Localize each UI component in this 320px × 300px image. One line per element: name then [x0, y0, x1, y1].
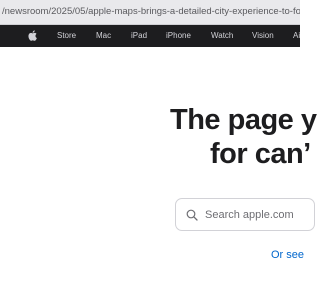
headline-line-1: The page y — [170, 104, 317, 136]
search-placeholder: Search apple.com — [205, 209, 294, 221]
nav-item-store[interactable]: Store — [57, 25, 76, 47]
search-icon — [186, 209, 198, 221]
nav-item-iphone[interactable]: iPhone — [166, 25, 191, 47]
nav-item-watch[interactable]: Watch — [211, 25, 233, 47]
browser-address-bar[interactable]: /newsroom/2025/05/apple-maps-brings-a-de… — [0, 0, 300, 25]
nav-item-airpods[interactable]: Ai — [293, 25, 300, 47]
global-nav: Store Mac iPad iPhone Watch Vision Ai — [0, 25, 300, 47]
nav-item-mac[interactable]: Mac — [96, 25, 111, 47]
headline-line-2: for can’ — [210, 138, 311, 170]
nav-item-ipad[interactable]: iPad — [131, 25, 147, 47]
address-bar-url[interactable]: /newsroom/2025/05/apple-maps-brings-a-de… — [2, 6, 300, 18]
page-headline: The page y for can’ — [170, 103, 317, 171]
nav-item-vision[interactable]: Vision — [252, 25, 274, 47]
or-see-link[interactable]: Or see — [271, 248, 304, 262]
search-input[interactable]: Search apple.com — [175, 198, 315, 231]
apple-logo-icon[interactable] — [28, 30, 37, 41]
